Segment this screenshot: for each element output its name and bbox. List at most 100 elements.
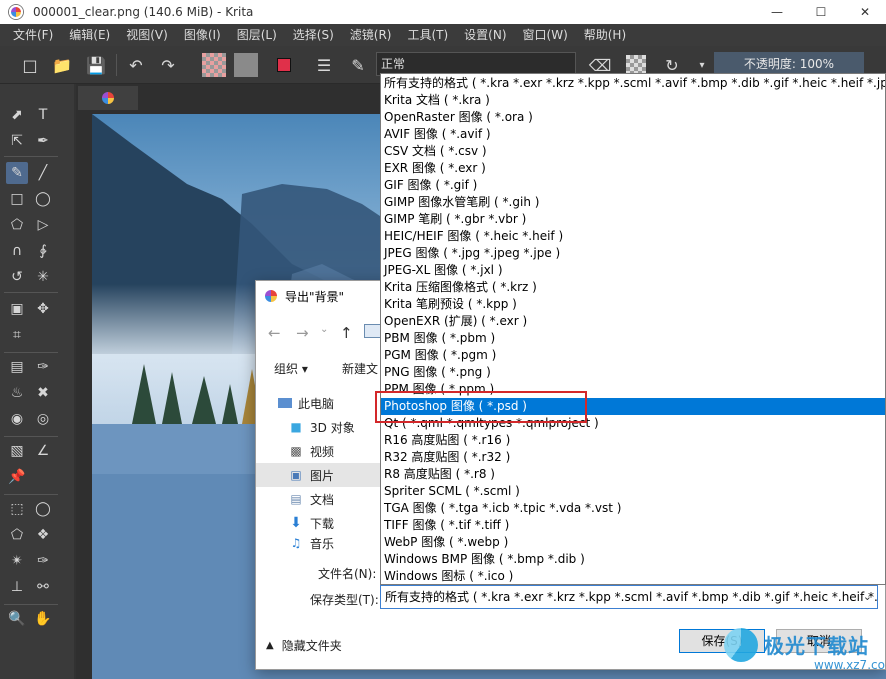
tree-item-videos[interactable]: ▩ 视频 — [256, 439, 380, 463]
menu-filter[interactable]: 滤镜(R) — [342, 24, 400, 46]
undo-icon[interactable]: ↶ — [124, 53, 148, 77]
filetype-option[interactable]: R16 高度贴图 ( *.r16 ) — [381, 432, 885, 449]
save-icon[interactable]: 💾 — [84, 53, 108, 77]
calligraphy-icon[interactable]: ✒ — [32, 130, 54, 152]
hide-folders-toggle[interactable]: ▲ 隐藏文件夹 — [266, 637, 342, 654]
assistant-grid-icon[interactable]: ▧ — [6, 440, 28, 462]
minimize-button[interactable]: — — [754, 0, 800, 24]
brush-tip-icon[interactable]: ✎ — [346, 53, 370, 77]
transform-tool-icon[interactable]: ▣ — [6, 298, 28, 320]
filetype-option[interactable]: GIF 图像 ( *.gif ) — [381, 177, 885, 194]
redo-icon[interactable]: ↷ — [156, 53, 180, 77]
crop-tool-icon[interactable]: ⌗ — [6, 324, 28, 346]
edit-shapes-icon[interactable]: ⇱ — [6, 130, 28, 152]
new-document-icon[interactable]: □ — [18, 53, 42, 77]
bezier-tool-icon[interactable]: ∩ — [6, 240, 28, 262]
maximize-button[interactable]: ☐ — [798, 0, 844, 24]
filetype-option[interactable]: GIMP 笔刷 ( *.gbr *.vbr ) — [381, 211, 885, 228]
filetype-option[interactable]: GIMP 图像水管笔刷 ( *.gih ) — [381, 194, 885, 211]
color-picker-icon[interactable]: ✑ — [32, 356, 54, 378]
document-tab[interactable] — [78, 86, 138, 110]
filetype-option[interactable]: WebP 图像 ( *.webp ) — [381, 534, 885, 551]
filetype-option[interactable]: EXR 图像 ( *.exr ) — [381, 160, 885, 177]
measure-tool-icon[interactable]: ∠ — [32, 440, 54, 462]
tree-item-3d-objects[interactable]: ■ 3D 对象 — [256, 415, 380, 439]
tree-item-music[interactable]: ♫ 音乐 — [256, 535, 380, 551]
colorize-mask-icon[interactable]: ◉ — [6, 408, 28, 430]
menu-help[interactable]: 帮助(H) — [576, 24, 634, 46]
filetype-option[interactable]: CSV 文档 ( *.csv ) — [381, 143, 885, 160]
reference-pin-icon[interactable]: 📌 — [6, 466, 28, 488]
filetype-option[interactable]: TGA 图像 ( *.tga *.icb *.tpic *.vda *.vst … — [381, 500, 885, 517]
filetype-option[interactable]: TIFF 图像 ( *.tif *.tiff ) — [381, 517, 885, 534]
assistant-tool-icon[interactable]: ◎ — [32, 408, 54, 430]
filetype-option[interactable]: Krita 笔刷预设 ( *.kpp ) — [381, 296, 885, 313]
menu-file[interactable]: 文件(F) — [5, 24, 61, 46]
filetype-option[interactable]: Krita 压缩图像格式 ( *.krz ) — [381, 279, 885, 296]
menu-select[interactable]: 选择(S) — [285, 24, 342, 46]
bezier-select-icon[interactable]: ⊥ — [6, 576, 28, 598]
rect-select-icon[interactable]: ⬚ — [6, 498, 28, 520]
filetype-select[interactable]: 所有支持的格式 ( *.kra *.exr *.krz *.kpp *.scml… — [380, 585, 878, 609]
menu-settings[interactable]: 设置(N) — [456, 24, 514, 46]
filetype-option[interactable]: HEIC/HEIF 图像 ( *.heic *.heif ) — [381, 228, 885, 245]
filetype-option[interactable]: R8 高度贴图 ( *.r8 ) — [381, 466, 885, 483]
new-folder-button[interactable]: 新建文 — [342, 360, 378, 377]
polygon-select-icon[interactable]: ⬠ — [6, 524, 28, 546]
tree-item-documents[interactable]: ▤ 文档 — [256, 487, 380, 511]
rectangle-tool-icon[interactable]: □ — [6, 188, 28, 210]
organize-button[interactable]: 组织 ▾ — [274, 360, 308, 377]
filetype-option[interactable]: Windows 图标 ( *.ico ) — [381, 568, 885, 585]
tree-item-this-pc[interactable]: 此电脑 — [256, 391, 380, 415]
multibrush-icon[interactable]: ✳ — [32, 266, 54, 288]
magnetic-select-icon[interactable]: ⚯ — [32, 576, 54, 598]
color-swap-icon[interactable] — [272, 53, 296, 77]
smart-patch-icon[interactable]: ✖ — [32, 382, 54, 404]
menu-image[interactable]: 图像(I) — [176, 24, 229, 46]
alpha-lock-icon[interactable] — [626, 55, 646, 75]
open-folder-icon[interactable]: 📁 — [50, 53, 74, 77]
menu-view[interactable]: 视图(V) — [118, 24, 176, 46]
freehand-brush-icon[interactable]: ✎ — [6, 162, 28, 184]
select-shapes-icon[interactable]: ⬈ — [6, 104, 28, 126]
move-tool-icon[interactable]: ✥ — [32, 298, 54, 320]
brush-presets-icon[interactable]: ☰ — [312, 53, 336, 77]
similar-select-icon[interactable]: ✑ — [32, 550, 54, 572]
chevron-down-icon[interactable]: ⌄ — [320, 324, 328, 335]
filetype-option[interactable]: Spriter SCML ( *.scml ) — [381, 483, 885, 500]
zoom-tool-icon[interactable]: 🔍 — [6, 608, 28, 630]
filetype-option[interactable]: OpenRaster 图像 ( *.ora ) — [381, 109, 885, 126]
tree-item-pictures[interactable]: ▣ 图片 — [256, 463, 380, 487]
filetype-option[interactable]: JPEG-XL 图像 ( *.jxl ) — [381, 262, 885, 279]
dynamic-brush-icon[interactable]: ↺ — [6, 266, 28, 288]
filetype-option[interactable]: Windows BMP 图像 ( *.bmp *.dib ) — [381, 551, 885, 568]
pattern-swatch-icon[interactable] — [234, 53, 258, 77]
filetype-option[interactable]: R32 高度贴图 ( *.r32 ) — [381, 449, 885, 466]
gradient-tool-icon[interactable]: ▤ — [6, 356, 28, 378]
menu-tools[interactable]: 工具(T) — [399, 24, 456, 46]
menu-layer[interactable]: 图层(L) — [229, 24, 285, 46]
menu-window[interactable]: 窗口(W) — [515, 24, 576, 46]
forward-arrow-icon[interactable]: → — [296, 324, 309, 342]
gradient-swatch-icon[interactable] — [202, 53, 226, 77]
filetype-option[interactable]: PNG 图像 ( *.png ) — [381, 364, 885, 381]
ellipse-tool-icon[interactable]: ◯ — [32, 188, 54, 210]
filetype-option[interactable]: Krita 文档 ( *.kra ) — [381, 92, 885, 109]
fill-tool-icon[interactable]: ♨ — [6, 382, 28, 404]
line-tool-icon[interactable]: ╱ — [32, 162, 54, 184]
text-tool-icon[interactable]: T — [32, 104, 54, 126]
tree-item-downloads[interactable]: ⬇ 下载 — [256, 511, 380, 535]
menu-edit[interactable]: 编辑(E) — [61, 24, 118, 46]
filetype-option[interactable]: PBM 图像 ( *.pbm ) — [381, 330, 885, 347]
filetype-option[interactable]: OpenEXR (扩展) ( *.exr ) — [381, 313, 885, 330]
filetype-option[interactable]: PGM 图像 ( *.pgm ) — [381, 347, 885, 364]
outline-select-icon[interactable]: ❖ — [32, 524, 54, 546]
contiguous-select-icon[interactable]: ✴ — [6, 550, 28, 572]
ellipse-select-icon[interactable]: ◯ — [32, 498, 54, 520]
filetype-option[interactable]: JPEG 图像 ( *.jpg *.jpeg *.jpe ) — [381, 245, 885, 262]
filetype-option[interactable]: AVIF 图像 ( *.avif ) — [381, 126, 885, 143]
polygon-tool-icon[interactable]: ⬠ — [6, 214, 28, 236]
freehand-path-icon[interactable]: ∲ — [32, 240, 54, 262]
up-arrow-icon[interactable]: ↑ — [340, 324, 353, 342]
pan-tool-icon[interactable]: ✋ — [32, 608, 54, 630]
